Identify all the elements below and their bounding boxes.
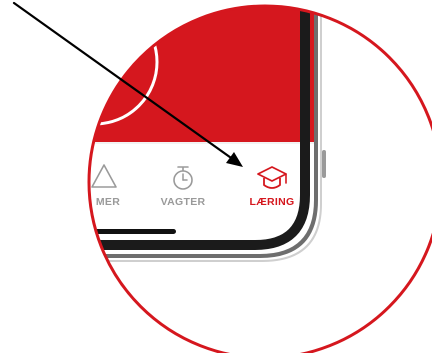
phone-side-button [322, 150, 326, 178]
tab-mer-label: MER [96, 196, 120, 208]
tab-laering-label: LÆRING [250, 196, 295, 208]
callout-illustration: MER VAGTER LÆRING [12, 1, 432, 353]
zoomed-phone-callout: MER VAGTER LÆRING [0, 0, 432, 353]
zoom-content [89, 6, 432, 353]
app-header-red-area [89, 6, 318, 142]
tab-vagter-label: VAGTER [161, 196, 206, 208]
